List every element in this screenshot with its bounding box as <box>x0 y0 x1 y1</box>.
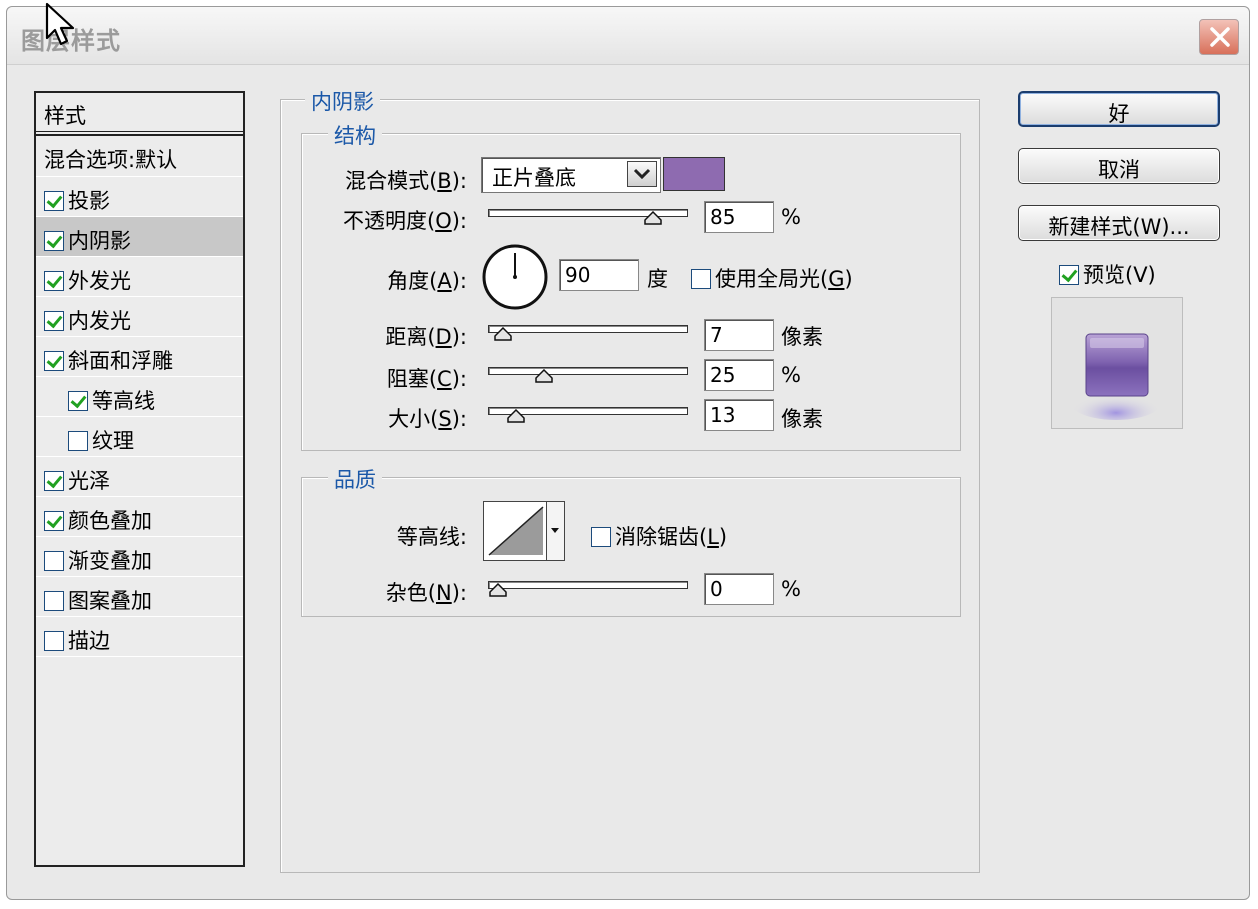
size-slider[interactable] <box>488 407 688 423</box>
size-label: 大小(S): <box>388 407 467 431</box>
slider-thumb-icon[interactable] <box>534 369 553 383</box>
contour-picker[interactable] <box>483 501 565 561</box>
style-item[interactable]: 描边 <box>36 617 243 657</box>
contour-dropdown-icon[interactable] <box>546 502 564 560</box>
checked-checkbox-icon[interactable] <box>44 471 64 491</box>
style-preview <box>1051 297 1183 429</box>
distance-label: 距离(D): <box>385 325 467 349</box>
unchecked-checkbox-icon[interactable] <box>44 591 64 611</box>
mouse-cursor-icon <box>45 2 75 46</box>
style-item-label: 描边 <box>68 629 110 653</box>
style-list-header[interactable]: 样式 <box>36 93 243 135</box>
style-item[interactable]: 渐变叠加 <box>36 537 243 577</box>
style-item-label: 渐变叠加 <box>68 549 152 573</box>
size-input[interactable]: 13 <box>704 399 774 431</box>
checked-checkbox-icon[interactable] <box>44 271 64 291</box>
choke-label: 阻塞(C): <box>386 367 467 391</box>
quality-legend: 品质 <box>328 464 382 494</box>
style-item[interactable]: 内发光 <box>36 297 243 337</box>
preview-thumbnail <box>1070 333 1162 420</box>
slider-thumb-icon[interactable] <box>643 211 662 225</box>
preview-label: 预览(V) <box>1083 263 1156 287</box>
style-item-label: 内发光 <box>68 309 131 333</box>
preview-checkbox[interactable]: 预览(V) <box>1059 259 1156 289</box>
close-icon <box>1210 27 1230 47</box>
style-item[interactable]: 内阴影 <box>36 217 243 257</box>
chevron-down-icon[interactable] <box>627 161 657 187</box>
opacity-label: 不透明度(O): <box>342 209 467 233</box>
unchecked-checkbox-icon[interactable] <box>68 431 88 451</box>
style-item[interactable]: 纹理 <box>36 417 243 457</box>
ok-button[interactable]: 好 <box>1018 91 1220 127</box>
cancel-button[interactable]: 取消 <box>1018 148 1220 184</box>
choke-slider[interactable] <box>488 367 688 383</box>
title-bar: 图层样式 <box>7 7 1249 65</box>
noise-unit: % <box>781 577 801 601</box>
opacity-unit: % <box>781 205 801 229</box>
angle-input[interactable]: 90 <box>559 259 639 291</box>
checked-checkbox-icon[interactable] <box>44 511 64 531</box>
style-item[interactable]: 斜面和浮雕 <box>36 337 243 377</box>
style-list: 样式 混合选项:默认 投影内阴影外发光内发光斜面和浮雕等高线纹理光泽颜色叠加渐变… <box>34 91 245 867</box>
preview-check-icon[interactable] <box>1059 265 1079 285</box>
global-light-check-icon[interactable] <box>691 269 711 289</box>
unchecked-checkbox-icon[interactable] <box>44 631 64 651</box>
style-item-label: 等高线 <box>92 389 155 413</box>
checked-checkbox-icon[interactable] <box>44 231 64 251</box>
blend-mode-select[interactable]: 正片叠底 <box>481 157 661 193</box>
style-item[interactable]: 图案叠加 <box>36 577 243 617</box>
size-unit: 像素 <box>781 407 823 431</box>
close-button[interactable] <box>1199 19 1239 55</box>
contour-preview-icon <box>488 506 544 556</box>
choke-unit: % <box>781 363 801 387</box>
noise-label: 杂色(N): <box>385 581 467 605</box>
style-item[interactable]: 外发光 <box>36 257 243 297</box>
new-style-button[interactable]: 新建样式(W)... <box>1018 205 1220 241</box>
shadow-color-swatch[interactable] <box>663 157 725 191</box>
noise-input[interactable]: 0 <box>704 573 774 605</box>
distance-slider[interactable] <box>488 325 688 341</box>
style-item-label: 投影 <box>68 189 110 213</box>
slider-thumb-icon[interactable] <box>494 327 513 341</box>
antialias-check-icon[interactable] <box>591 527 611 547</box>
style-item-label: 颜色叠加 <box>68 509 152 533</box>
checked-checkbox-icon[interactable] <box>44 311 64 331</box>
contour-label: 等高线: <box>396 525 467 549</box>
style-item[interactable]: 投影 <box>36 177 243 217</box>
angle-dial-icon[interactable] <box>481 243 549 311</box>
blend-options-item[interactable]: 混合选项:默认 <box>36 135 243 177</box>
style-item-label: 斜面和浮雕 <box>68 349 173 373</box>
antialias-checkbox[interactable]: 消除锯齿(L) <box>591 521 727 551</box>
slider-thumb-icon[interactable] <box>489 583 507 597</box>
style-item[interactable]: 光泽 <box>36 457 243 497</box>
structure-legend: 结构 <box>328 120 382 150</box>
blend-mode-label: 混合模式(B): <box>345 169 467 193</box>
choke-input[interactable]: 25 <box>704 359 774 391</box>
distance-input[interactable]: 7 <box>704 319 774 351</box>
style-item-label: 内阴影 <box>68 229 131 253</box>
distance-unit: 像素 <box>781 325 823 349</box>
angle-label: 角度(A): <box>387 269 467 293</box>
opacity-input[interactable]: 85 <box>704 201 774 233</box>
style-item-label: 图案叠加 <box>68 589 152 613</box>
opacity-slider[interactable] <box>488 209 688 225</box>
angle-unit: 度 <box>647 267 668 291</box>
layer-style-dialog: 图层样式 样式 混合选项:默认 投影 内阴影 外发光 内发光 斜面和浮雕 等高线 纹理 光泽颜… <box>6 6 1250 900</box>
unchecked-checkbox-icon[interactable] <box>44 551 64 571</box>
noise-slider[interactable] <box>488 581 688 597</box>
global-light-checkbox[interactable]: 使用全局光(G) <box>691 263 853 293</box>
checked-checkbox-icon[interactable] <box>44 351 64 371</box>
blend-mode-value: 正片叠底 <box>492 166 576 190</box>
style-item-label: 纹理 <box>92 429 134 453</box>
checked-checkbox-icon[interactable] <box>44 191 64 211</box>
inner-shadow-legend: 内阴影 <box>305 86 380 116</box>
style-item[interactable]: 颜色叠加 <box>36 497 243 537</box>
checked-checkbox-icon[interactable] <box>68 391 88 411</box>
style-item-label: 光泽 <box>68 469 110 493</box>
style-item[interactable]: 等高线 <box>36 377 243 417</box>
slider-thumb-icon[interactable] <box>507 409 525 423</box>
style-item-label: 外发光 <box>68 269 131 293</box>
